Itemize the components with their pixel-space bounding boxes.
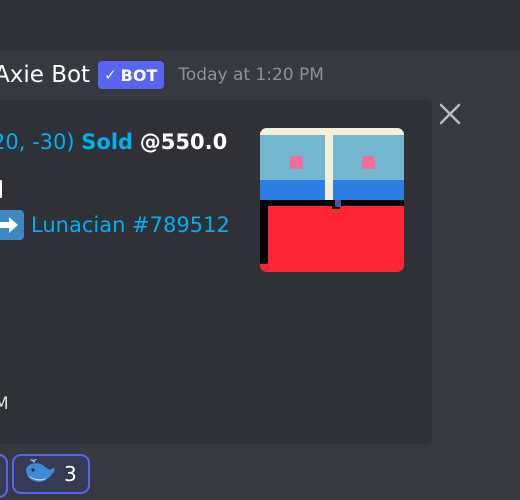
embed-footer: M	[0, 394, 9, 414]
previous-message-area	[0, 0, 520, 50]
sold-label: Sold	[81, 130, 134, 154]
right-arrow-icon	[0, 210, 24, 240]
reaction-chip[interactable]: 3	[12, 454, 90, 494]
bot-tag: ✓ BOT	[98, 61, 165, 89]
land-thumbnail[interactable]	[260, 128, 404, 272]
land-coordinates[interactable]: 20, -30)	[0, 130, 75, 154]
close-icon[interactable]	[436, 100, 464, 128]
field-fragment	[0, 180, 2, 198]
bot-tag-label: BOT	[120, 65, 158, 85]
author-name[interactable]: Axie Bot	[0, 62, 90, 88]
timestamp: Today at 1:20 PM	[178, 65, 324, 85]
embed-title[interactable]: 20, -30) Sold @550.0	[0, 130, 227, 154]
check-icon: ✓	[104, 66, 117, 84]
sale-price: @550.0	[139, 130, 228, 154]
reaction-count: 3	[64, 462, 77, 486]
message-header: Axie Bot ✓ BOT Today at 1:20 PM	[0, 58, 324, 92]
recipient-link[interactable]: Lunacian #789512	[31, 213, 230, 237]
recipient-line: Lunacian #789512	[0, 210, 230, 240]
whale-icon	[24, 458, 56, 489]
reaction-chip-previous[interactable]	[0, 454, 8, 498]
